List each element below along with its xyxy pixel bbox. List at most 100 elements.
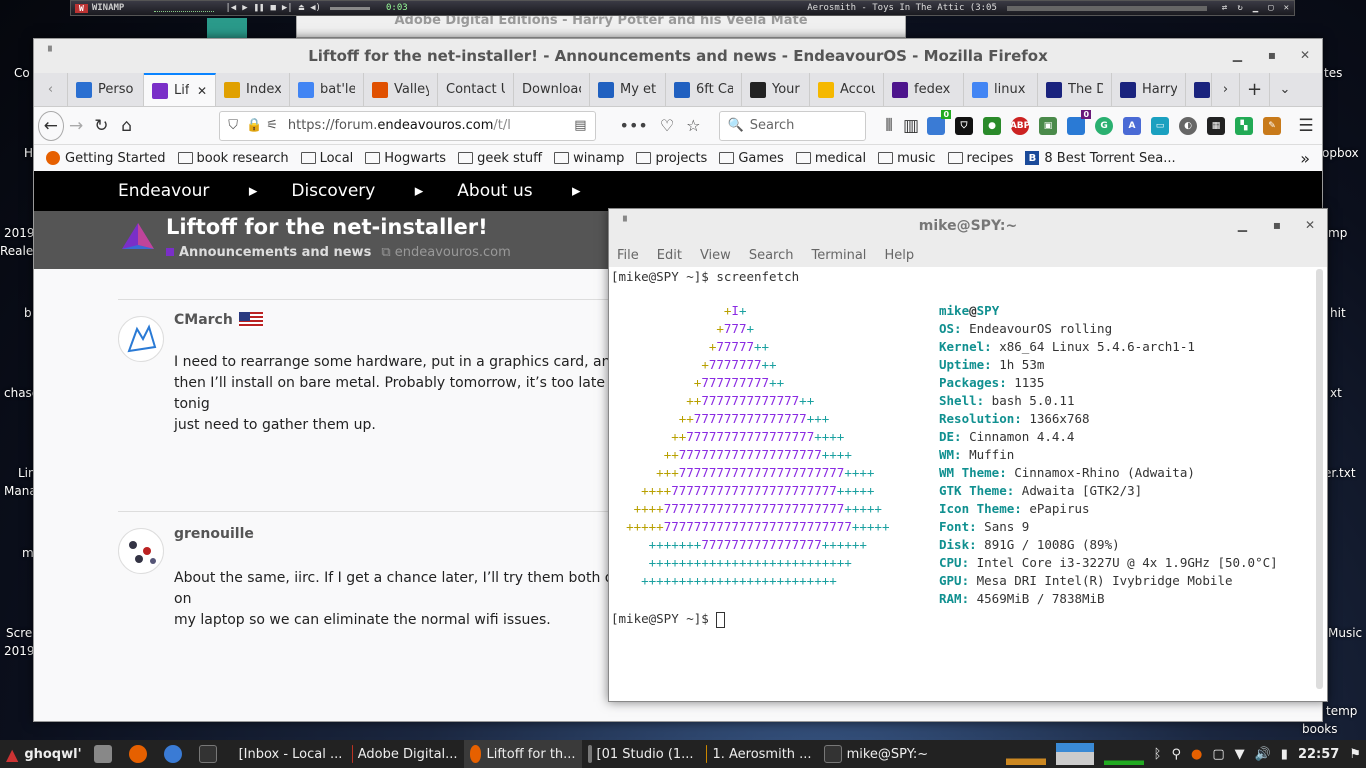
launcher-thunderbird[interactable] bbox=[158, 740, 193, 768]
taskbar-window[interactable]: Adobe Digital... bbox=[346, 740, 464, 768]
translate-icon[interactable]: A bbox=[1123, 116, 1142, 135]
close-icon[interactable]: ✕ bbox=[1284, 3, 1289, 13]
battery-icon[interactable]: ▮ bbox=[1281, 747, 1288, 762]
forward-icon[interactable]: → bbox=[64, 111, 89, 141]
external-link[interactable]: ⧉ endeavouros.com bbox=[381, 245, 510, 260]
menu-help[interactable]: Help bbox=[884, 248, 914, 263]
extension-badge-icon[interactable]: 0 bbox=[927, 109, 952, 135]
tab-list-icon[interactable]: ⌄ bbox=[1270, 73, 1300, 106]
desktop-icon-label[interactable]: temp bbox=[1326, 704, 1357, 718]
tab[interactable]: Contact U bbox=[438, 73, 514, 106]
desktop-icon-label[interactable]: H bbox=[24, 146, 33, 160]
tab[interactable]: Downloac bbox=[514, 73, 590, 106]
terminal-titlebar[interactable]: ▘ mike@SPY:~ ▁ ▪ ✕ bbox=[609, 209, 1327, 243]
desktop-icon-label[interactable]: tes bbox=[1324, 66, 1342, 80]
eject-icon[interactable]: ⏏ bbox=[299, 3, 304, 13]
ublock-icon[interactable]: ⛉ bbox=[955, 116, 974, 135]
save-icon[interactable]: ▭ bbox=[1151, 116, 1170, 135]
firefox-titlebar[interactable]: ▘ Liftoff for the net-installer! - Annou… bbox=[34, 39, 1322, 73]
next-icon[interactable]: ▶| bbox=[282, 3, 293, 13]
desktop-icon-label[interactable]: b bbox=[24, 306, 32, 320]
url-bar[interactable]: ⛉ 🔒 ⚟ https://forum. endeavouros.com/t/l … bbox=[219, 110, 596, 141]
desktop-icon-label[interactable]: Co bbox=[14, 66, 30, 80]
maximize-icon[interactable]: ▪ bbox=[1273, 218, 1281, 232]
notification-icon[interactable]: 0 bbox=[1067, 109, 1092, 135]
bookmark-folder[interactable]: book research bbox=[177, 151, 289, 166]
page-actions-icon[interactable]: ••• bbox=[620, 116, 648, 135]
bookmark-folder[interactable]: recipes bbox=[947, 151, 1013, 166]
terminal-output[interactable]: [mike@SPY ~]$ screenfetch +I+ +777+ +777… bbox=[611, 267, 1317, 699]
lock-icon[interactable]: 🔒 bbox=[246, 118, 262, 133]
home-icon[interactable]: ⌂ bbox=[114, 111, 139, 141]
taskbar-window[interactable]: 1. Aerosmith ... bbox=[700, 740, 818, 768]
bluetooth-icon[interactable]: ᛒ bbox=[1154, 747, 1162, 762]
bookmark-folder[interactable]: Games bbox=[719, 151, 784, 166]
tab[interactable]: My et bbox=[590, 73, 666, 106]
close-icon[interactable]: ✕ bbox=[1305, 218, 1315, 232]
reader-view-icon[interactable]: ▤ bbox=[574, 118, 586, 133]
winamp-bar[interactable]: W WINAMP |◀ ▶ ❚❚ ■ ▶| ⏏ ◀) 0:03 Aerosmit… bbox=[70, 0, 1295, 16]
new-tab-icon[interactable]: + bbox=[1240, 73, 1270, 106]
sidebar-icon[interactable]: ▥ bbox=[900, 111, 922, 141]
bookmark-folder[interactable]: winamp bbox=[554, 151, 624, 166]
tab[interactable]: Your O bbox=[742, 73, 810, 106]
privacy-icon[interactable]: ● bbox=[983, 116, 1002, 135]
tab-scroll-right-icon[interactable]: › bbox=[1212, 73, 1240, 106]
desktop-icon-label[interactable]: 2019 bbox=[4, 226, 35, 240]
menu-search[interactable]: Search bbox=[749, 248, 794, 263]
bookmarks-overflow-icon[interactable]: » bbox=[1300, 149, 1310, 168]
pocket-icon[interactable]: ♡ bbox=[660, 116, 674, 135]
avatar[interactable] bbox=[118, 528, 164, 574]
pencil-icon[interactable]: ✎ bbox=[1263, 116, 1282, 135]
tab[interactable]: Perso bbox=[68, 73, 144, 106]
tab-scroll-left-icon[interactable]: ‹ bbox=[34, 73, 68, 106]
clock[interactable]: 22:57 bbox=[1298, 747, 1339, 762]
stop-icon[interactable]: ■ bbox=[270, 3, 275, 13]
bookmark-item[interactable]: B8 Best Torrent Sea... bbox=[1025, 151, 1176, 166]
endeavouros-logo[interactable] bbox=[118, 219, 158, 259]
tab[interactable]: fedex bbox=[884, 73, 964, 106]
desktop-icon-label[interactable]: books bbox=[1302, 722, 1338, 736]
launcher-terminal[interactable] bbox=[193, 740, 228, 768]
play-icon[interactable]: ▶ bbox=[242, 3, 247, 13]
desktop-icon-label[interactable]: Reale bbox=[0, 244, 33, 258]
desktop-icon-label[interactable]: 2019 bbox=[4, 644, 35, 658]
tab[interactable] bbox=[1186, 73, 1212, 106]
post-author[interactable]: CMarch bbox=[174, 312, 263, 328]
bookmark-folder[interactable]: Local bbox=[300, 151, 353, 166]
window-menu-icon[interactable]: ▘ bbox=[48, 47, 56, 58]
reload-icon[interactable]: ↻ bbox=[89, 111, 114, 141]
desktop-icon-label[interactable]: mp bbox=[1328, 226, 1347, 240]
desktop-icon-label[interactable]: xt bbox=[1330, 386, 1342, 400]
tab[interactable]: Harry bbox=[1112, 73, 1186, 106]
close-icon[interactable]: ✕ bbox=[1300, 48, 1310, 62]
launcher-files[interactable] bbox=[88, 740, 123, 768]
grammarly-icon[interactable]: G bbox=[1095, 116, 1114, 135]
adblock-icon[interactable]: ABP bbox=[1010, 116, 1030, 135]
qr-icon[interactable]: ▦ bbox=[1207, 116, 1226, 135]
maximize-icon[interactable]: ▢ bbox=[1268, 3, 1273, 13]
tab[interactable]: Valley bbox=[364, 73, 438, 106]
bookmark-item[interactable]: Getting Started bbox=[46, 151, 166, 166]
desktop-icon-label[interactable]: Music bbox=[1328, 626, 1362, 640]
menu-view[interactable]: View bbox=[700, 248, 731, 263]
nav-endeavour[interactable]: Endeavour ▸ bbox=[118, 181, 257, 201]
extension-icon[interactable]: ◐ bbox=[1179, 116, 1198, 135]
minimize-icon[interactable]: ▁ bbox=[1233, 48, 1242, 62]
display-icon[interactable]: ▢ bbox=[1212, 747, 1224, 762]
library-icon[interactable]: ⫴ bbox=[878, 111, 900, 141]
minimize-icon[interactable]: ▁ bbox=[1253, 3, 1258, 13]
menu-file[interactable]: File bbox=[617, 248, 639, 263]
terminal-scrollbar[interactable] bbox=[1316, 269, 1323, 689]
taskbar-window[interactable]: mike@SPY:~ bbox=[818, 740, 936, 768]
desktop-icon-label[interactable]: hit bbox=[1330, 306, 1346, 320]
tab[interactable]: Accou bbox=[810, 73, 884, 106]
start-menu-button[interactable]: ▲ ghoqwl' bbox=[0, 740, 88, 768]
taskbar-window[interactable]: [Inbox - Local ... bbox=[228, 740, 346, 768]
volume-icon[interactable]: 🔊 bbox=[1255, 747, 1271, 762]
menu-icon[interactable]: ☰ bbox=[1294, 111, 1318, 141]
menu-edit[interactable]: Edit bbox=[657, 248, 682, 263]
bookmark-folder[interactable]: music bbox=[878, 151, 936, 166]
location-icon[interactable]: ⚲ bbox=[1171, 747, 1181, 762]
tab[interactable]: Lif ✕ bbox=[144, 73, 216, 106]
